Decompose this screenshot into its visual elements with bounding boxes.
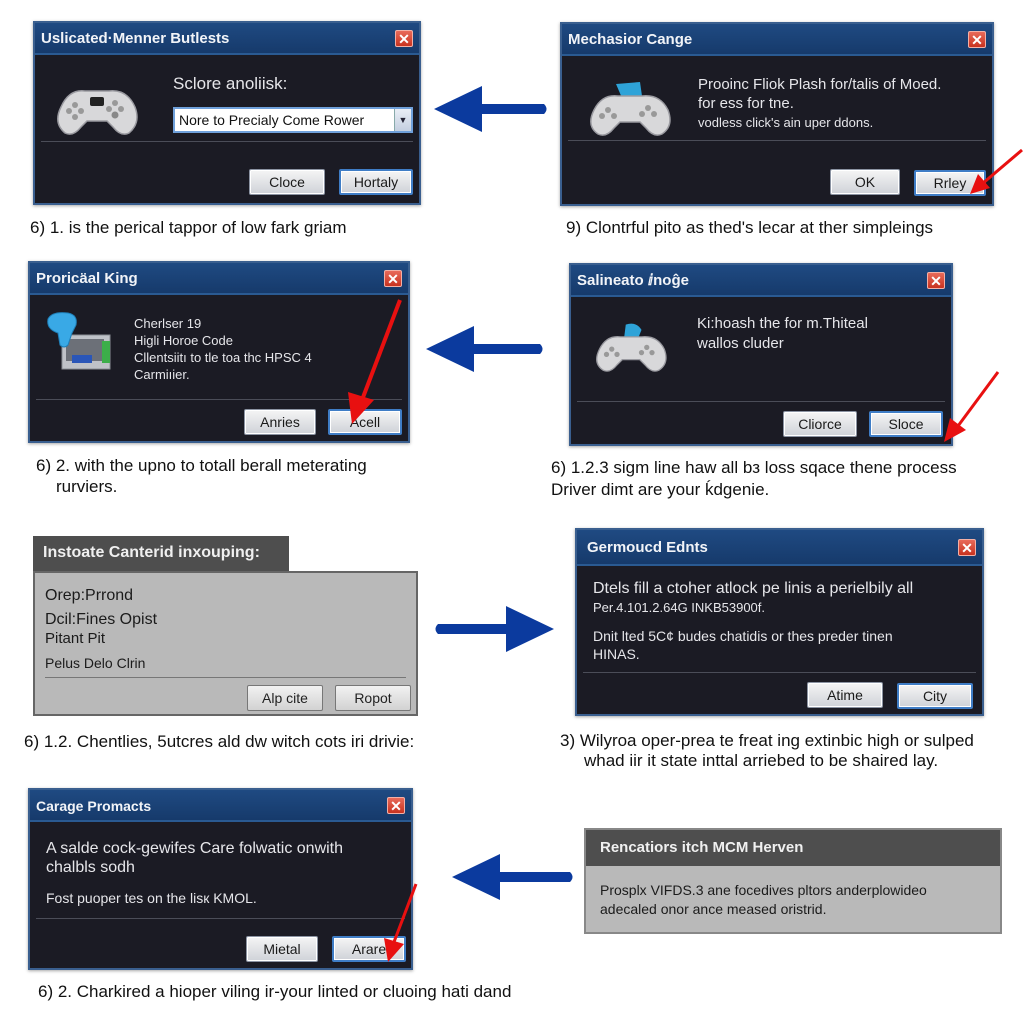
dialog-7-title: Carage Promacts [36, 798, 152, 814]
caption-5: 6) 1.2. Chentlies, 5utcres ald dw witch … [24, 732, 415, 751]
dialog-6-titlebar[interactable]: Germoucd Ednts ✕ [577, 530, 982, 566]
dialog-2-line-1: Prooinc Fliok Plash for/talis of Moed. [698, 76, 942, 93]
dialog-5-button-2[interactable]: Ropot [335, 685, 411, 711]
dialog-6-line-2: Per.4.101.2.64G INKB53900f. [593, 600, 766, 615]
dialog-1-title: Uslicated·Menner Butlests [41, 30, 230, 47]
dialog-5-line-4: Pelus Delo Clrin [45, 655, 146, 671]
dialog-4: Salineato ⅈnoĝe ✕ Ki:hoash the for m.Thi… [569, 263, 953, 446]
caption-1: 6) 1. is the perical tappor of low fark … [30, 218, 347, 237]
dialog-6-button-2[interactable]: City [897, 683, 973, 709]
caption-6-line-2: whad iir it state inttal arriebed to be … [584, 751, 939, 770]
dialog-1-dropdown-value: Nore to Precialy Come Rower [179, 112, 365, 128]
caption-4-line-1: 6) 1.2.3 sigm line haw all bз loss sqace… [551, 458, 957, 477]
dialog-2: Mechasior Cange ✕ Prooinc Fliok Plash fo… [560, 22, 994, 206]
close-icon[interactable]: ✕ [384, 270, 402, 287]
dialog-7-line-2: chalbls sodh [46, 859, 135, 876]
dialog-3-line-4: Carmiıier. [134, 367, 190, 382]
dialog-2-line-2: for ess for tne. [698, 95, 794, 112]
dialog-2-line-3: vodless click's ain uper ddons. [698, 115, 874, 130]
dialog-3-button-2[interactable]: Acell [328, 409, 402, 435]
divider [45, 677, 406, 678]
dialog-4-line-2: wallos cluder [697, 335, 784, 352]
dialog-2-button-1[interactable]: OK [830, 169, 900, 195]
caption-6-line-1: 3) Wilyroa oper-prea te freat ing extinb… [560, 731, 974, 750]
dialog-3-button-1[interactable]: Anries [244, 409, 316, 435]
dialog-5-line-1: Orep:Prrond [45, 587, 134, 604]
dialog-2-button-2[interactable]: Rrley [914, 170, 986, 196]
close-icon[interactable]: ✕ [395, 30, 413, 47]
dialog-8-line-1: Prosplx VIFDS.3 ane focedives pltors and… [600, 882, 927, 898]
caption-3-line-2: rurviers. [56, 477, 118, 496]
divider [41, 141, 413, 142]
arrow-left-icon [434, 86, 547, 132]
caption-2: 9) Clontrful pito as thed's lecar at the… [566, 218, 934, 237]
dialog-1-titlebar[interactable]: Uslicated·Menner Butlests ✕ [35, 23, 419, 55]
divider [36, 399, 402, 400]
dialog-8-line-2: adecaled onor ance meased oristrid. [600, 901, 827, 917]
dialog-4-button-1[interactable]: Cliorce [783, 411, 857, 437]
dialog-6-button-1[interactable]: Atime [807, 682, 883, 708]
arrow-left-icon [452, 854, 573, 900]
dialog-4-title: Salineato ⅈnoĝe [577, 272, 689, 289]
dialog-3-titlebar[interactable]: Proricäal King ✕ [30, 263, 408, 295]
gamepad-icon [57, 90, 138, 135]
dialog-1-button-1[interactable]: Cloce [249, 169, 325, 195]
dialog-6-line-1: Dtels fill a ctoher atlock pe linis a pe… [593, 580, 914, 597]
divider [36, 918, 405, 919]
caption-4-line-2: Driver dimt are your ḱdgenie. [551, 480, 770, 499]
caption-7: 6) 2. Charkired a hioper viling ir-your … [38, 982, 512, 1001]
dialog-7-button-2[interactable]: Arare [332, 936, 406, 962]
chevron-down-icon[interactable]: ▼ [394, 109, 411, 131]
dialog-7: Carage Promacts ✕ A salde cock-gewifes C… [28, 788, 413, 970]
dialog-2-title: Mechasior Cange [568, 31, 693, 48]
dialog-4-button-2[interactable]: Sloce [869, 411, 943, 437]
dialog-1-prompt: Sclore anoliisk: [173, 74, 288, 93]
dialog-1: Uslicated·Menner Butlests ✕ Sclore anoli… [33, 21, 421, 205]
dialog-3-title: Proricäal King [36, 270, 138, 287]
divider [577, 401, 945, 402]
dialog-5: Orep:Prrond Dcil:Fines Opist Pitant Pit … [33, 571, 418, 716]
dialog-1-button-2[interactable]: Hortaly [339, 169, 413, 195]
dialog-3-line-2: Higli Horoe Code [134, 333, 233, 348]
dialog-3-line-1: Cherlser 19 [134, 316, 202, 331]
dialog-3-line-3: Cllentsiitı to tle toa thc HPSC 4 [134, 350, 312, 365]
dialog-7-line-1: A salde cock-gewifes Care folwatic onwit… [46, 840, 344, 857]
close-icon[interactable]: ✕ [958, 539, 976, 556]
close-icon[interactable]: ✕ [927, 272, 945, 289]
dialog-5-button-1[interactable]: Alp cite [247, 685, 323, 711]
divider [568, 140, 986, 141]
dialog-5-line-2: Dcil:Fines Opist [45, 611, 158, 628]
dialog-5-line-3: Pitant Pit [45, 630, 106, 647]
dialog-6: Germoucd Ednts ✕ Dtels fill a ctoher atl… [575, 528, 984, 716]
hardware-device-icon [47, 312, 111, 370]
dialog-1-dropdown[interactable]: Nore to Precialy Come Rower ▼ [173, 107, 413, 133]
dialog-5-title: Instoate Canterid inxouping: [33, 536, 289, 572]
dialog-8-title: Rencatiors itch MCM Herven [586, 830, 1000, 866]
dialog-4-line-1: Ki:hoash the for m.Thiteal [697, 315, 868, 332]
dialog-6-title: Germoucd Ednts [587, 539, 708, 556]
arrow-left-icon [426, 326, 543, 372]
dialog-7-button-1[interactable]: Mietal [246, 936, 318, 962]
dialog-7-line-3: Fost puoper tes on the lisк KMOL. [46, 890, 257, 906]
arrow-right-icon [435, 606, 554, 652]
gamepad-icon [596, 323, 667, 372]
dialog-3: Proricäal King ✕ Cherlser 19 Higli Horoe… [28, 261, 410, 443]
dialog-7-titlebar[interactable]: Carage Promacts ✕ [30, 790, 411, 822]
gamepad-icon [590, 82, 671, 136]
dialog-8: Rencatiors itch MCM Herven Prosplx VIFDS… [584, 828, 1002, 934]
dialog-6-line-4: HINAS. [593, 646, 640, 662]
divider [583, 672, 976, 673]
close-icon[interactable]: ✕ [387, 797, 405, 814]
dialog-4-titlebar[interactable]: Salineato ⅈnoĝe ✕ [571, 265, 951, 297]
dialog-2-titlebar[interactable]: Mechasior Cange ✕ [562, 24, 992, 56]
dialog-6-line-3: Dnit lted 5C¢ budes chatidis or thes pre… [593, 628, 893, 644]
close-icon[interactable]: ✕ [968, 31, 986, 48]
caption-3-line-1: 6) 2. with the upno to totall berall met… [36, 456, 367, 475]
